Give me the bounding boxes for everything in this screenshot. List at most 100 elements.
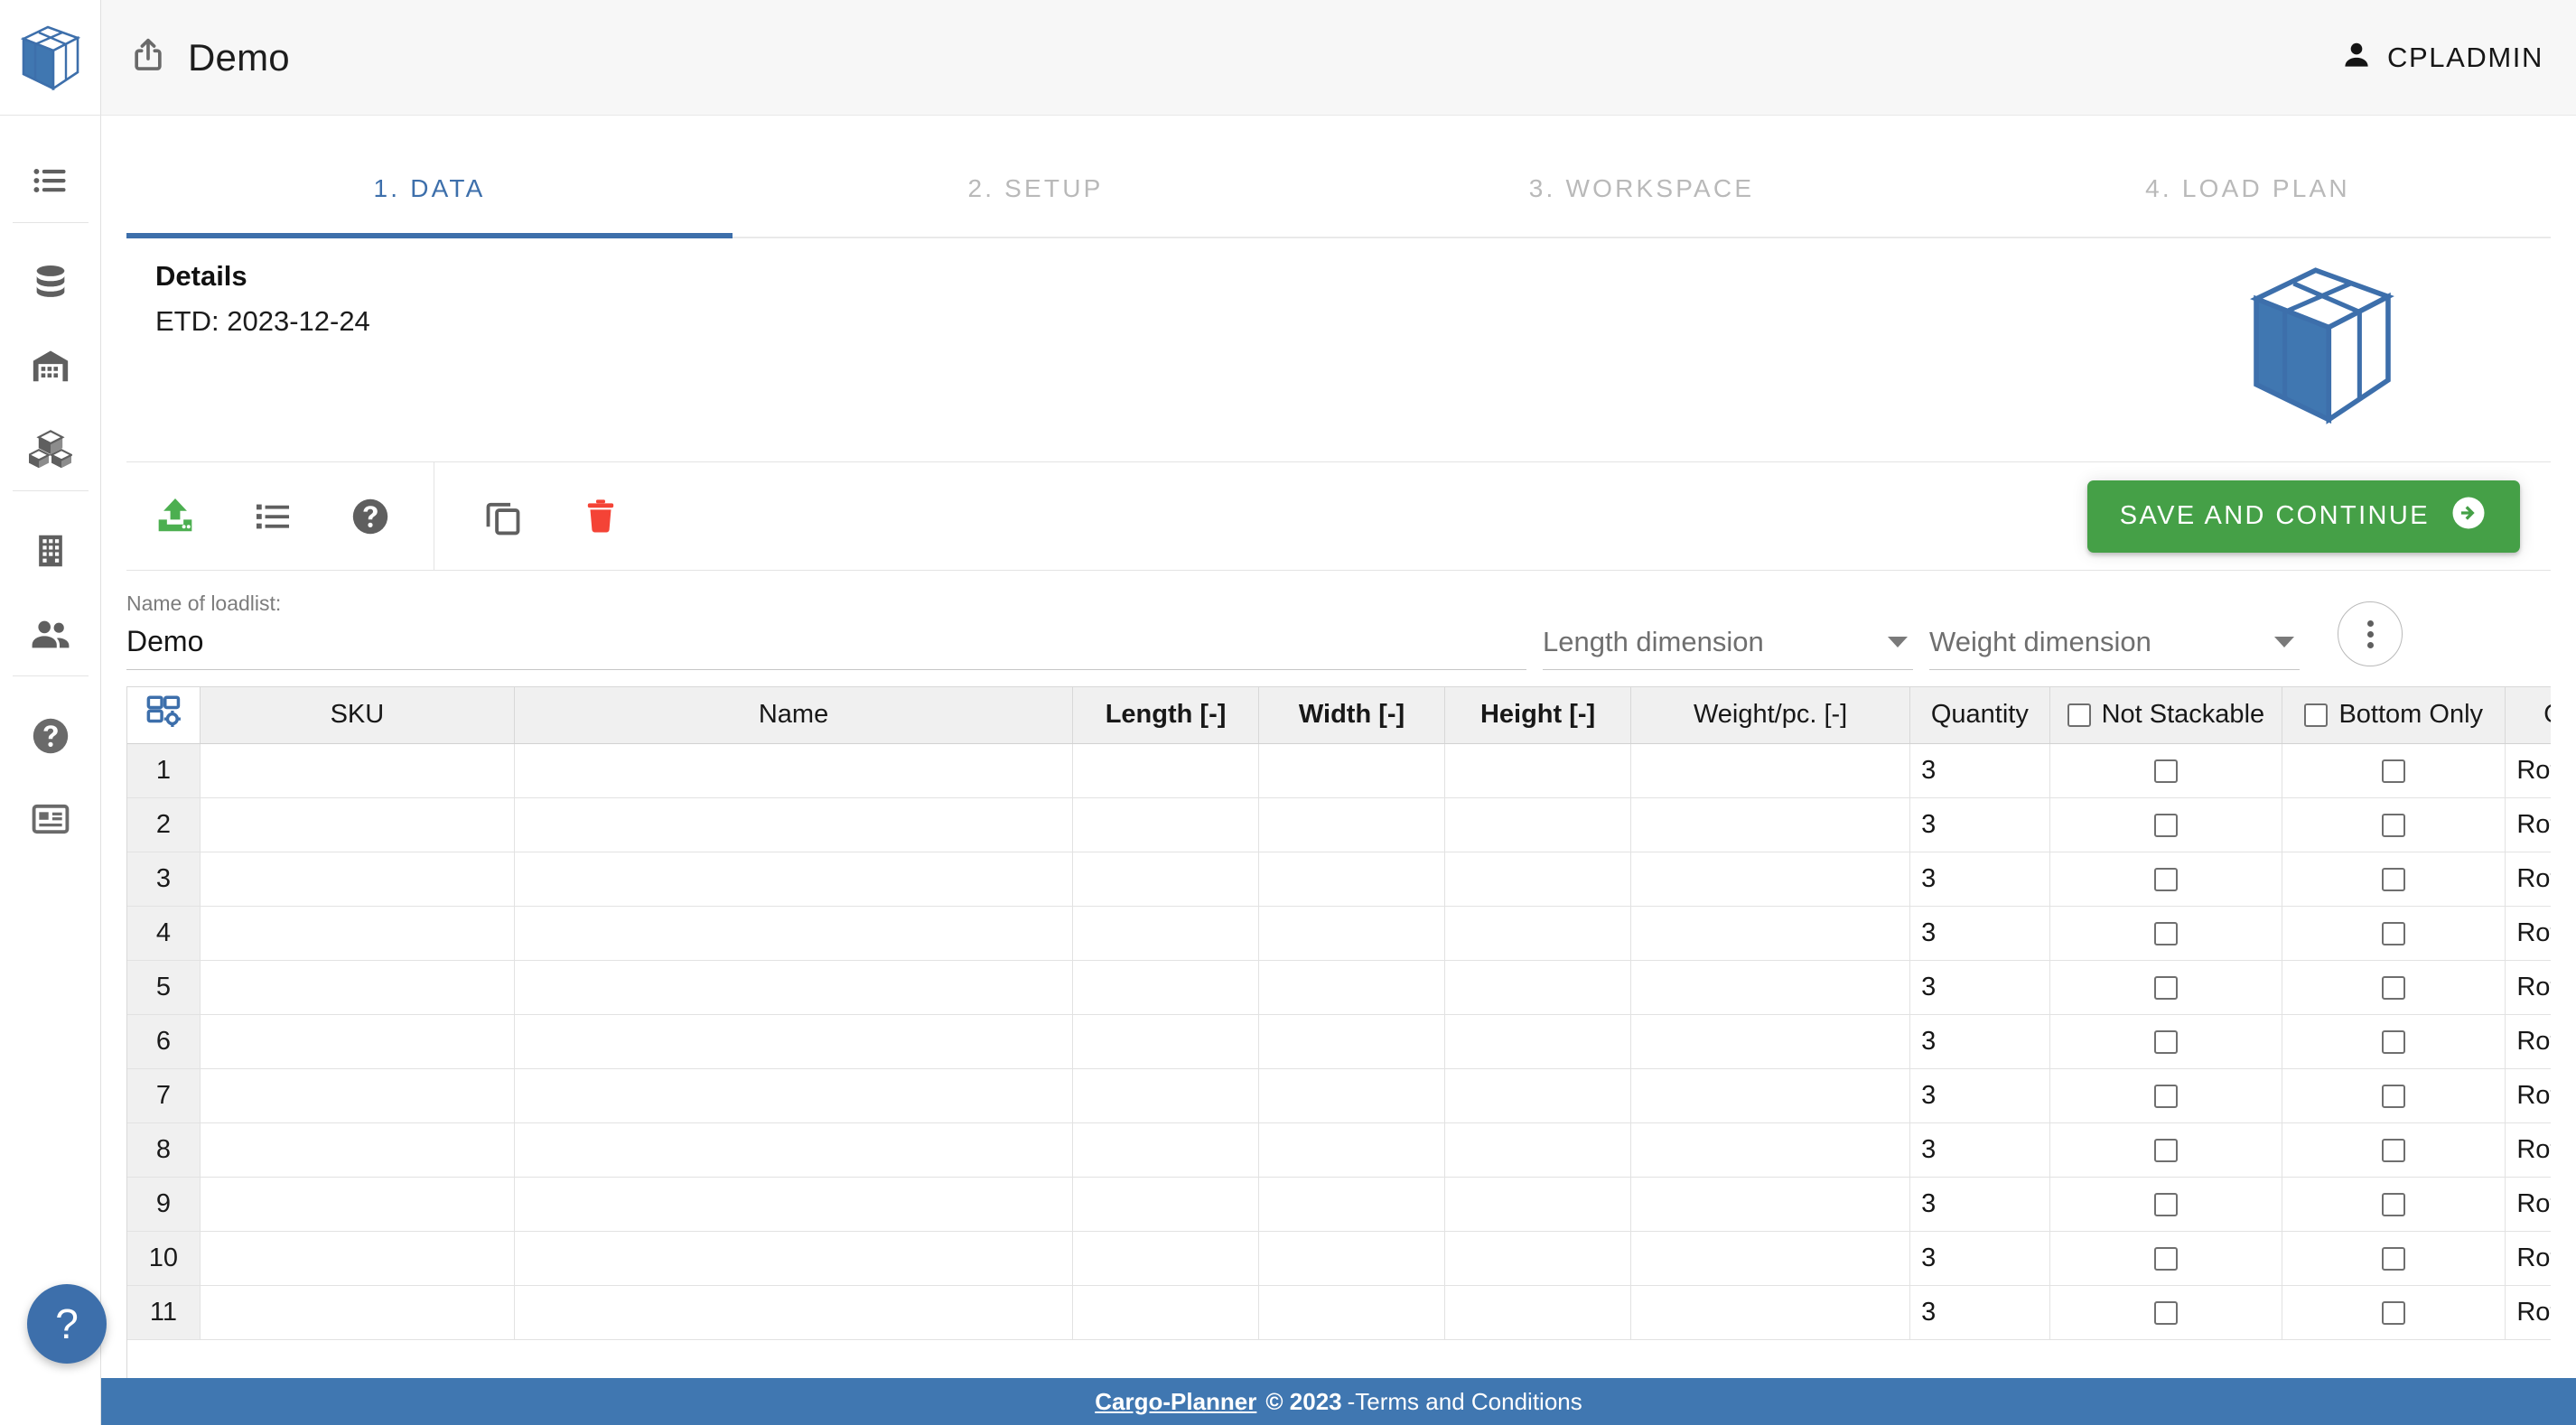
cell-length[interactable]: [1072, 852, 1260, 907]
cell-not-stackable[interactable]: [2049, 1068, 2283, 1123]
cell-height[interactable]: [1444, 906, 1632, 961]
cell-orientation[interactable]: Rotatable: [2505, 1231, 2551, 1286]
col-bottom-only[interactable]: Bottom Only: [2282, 687, 2506, 744]
cell-weight[interactable]: [1630, 906, 1911, 961]
cell-name[interactable]: [514, 1177, 1074, 1232]
sidebar-item-warehouse[interactable]: [0, 324, 101, 407]
cell-weight[interactable]: [1630, 1285, 1911, 1340]
table-row[interactable]: 3 3 Rotatable: [127, 852, 2551, 907]
cell-width[interactable]: [1258, 797, 1446, 852]
cell-length[interactable]: [1072, 1231, 1260, 1286]
sidebar-item-company[interactable]: [0, 509, 101, 592]
duplicate-button[interactable]: [462, 475, 545, 558]
table-row[interactable]: 7 3 Rotatable: [127, 1068, 2551, 1123]
not-stackable-checkbox[interactable]: [2153, 1084, 2178, 1108]
cell-width[interactable]: [1258, 960, 1446, 1015]
table-row[interactable]: 4 3 Rotatable: [127, 906, 2551, 961]
cell-bottom-only[interactable]: [2282, 1068, 2506, 1123]
bottom-only-checkbox[interactable]: [2382, 975, 2406, 1000]
cell-weight[interactable]: [1630, 1068, 1911, 1123]
cell-bottom-only[interactable]: [2282, 906, 2506, 961]
footer-terms[interactable]: -Terms and Conditions: [1348, 1388, 1582, 1416]
cell-quantity[interactable]: 3: [1909, 1285, 2050, 1340]
not-stackable-checkbox[interactable]: [2153, 813, 2178, 837]
more-options-button[interactable]: [2338, 601, 2403, 666]
cell-height[interactable]: [1444, 1068, 1632, 1123]
not-stackable-checkbox[interactable]: [2153, 1029, 2178, 1054]
cell-name[interactable]: [514, 906, 1074, 961]
cell-sku[interactable]: [200, 797, 516, 852]
cell-width[interactable]: [1258, 1231, 1446, 1286]
cell-not-stackable[interactable]: [2049, 960, 2283, 1015]
bottom-only-checkbox[interactable]: [2382, 813, 2406, 837]
cell-orientation[interactable]: Rotatable: [2505, 797, 2551, 852]
cell-weight[interactable]: [1630, 797, 1911, 852]
col-orientation[interactable]: Orientation: [2505, 687, 2551, 744]
tab-setup[interactable]: 2. SETUP: [733, 141, 1339, 237]
cell-quantity[interactable]: 3: [1909, 743, 2050, 798]
sidebar-item-loadlists[interactable]: [0, 139, 101, 222]
cell-length[interactable]: [1072, 1014, 1260, 1069]
cell-sku[interactable]: [200, 743, 516, 798]
save-and-continue-button[interactable]: SAVE AND CONTINUE: [2086, 480, 2520, 553]
cell-weight[interactable]: [1630, 743, 1911, 798]
cell-width[interactable]: [1258, 743, 1446, 798]
help-button[interactable]: [329, 475, 412, 558]
cell-bottom-only[interactable]: [2282, 1177, 2506, 1232]
cell-quantity[interactable]: 3: [1909, 1231, 2050, 1286]
cell-sku[interactable]: [200, 1231, 516, 1286]
bottom-only-checkbox[interactable]: [2382, 1192, 2406, 1216]
cell-weight[interactable]: [1630, 1231, 1911, 1286]
cell-name[interactable]: [514, 852, 1074, 907]
cell-weight[interactable]: [1630, 1014, 1911, 1069]
cell-orientation[interactable]: Rotatable: [2505, 906, 2551, 961]
col-height[interactable]: Height [-]: [1444, 687, 1632, 744]
cell-name[interactable]: [514, 1285, 1074, 1340]
cell-orientation[interactable]: Rotatable: [2505, 1068, 2551, 1123]
sidebar-item-help[interactable]: [0, 694, 101, 778]
cell-width[interactable]: [1258, 906, 1446, 961]
cell-width[interactable]: [1258, 1285, 1446, 1340]
cell-sku[interactable]: [200, 906, 516, 961]
not-stackable-checkbox[interactable]: [2153, 759, 2178, 783]
cell-weight[interactable]: [1630, 852, 1911, 907]
cell-bottom-only[interactable]: [2282, 743, 2506, 798]
cell-length[interactable]: [1072, 1068, 1260, 1123]
cell-not-stackable[interactable]: [2049, 1122, 2283, 1178]
bottom-only-checkbox[interactable]: [2382, 1300, 2406, 1325]
bottom-only-checkbox[interactable]: [2382, 1246, 2406, 1271]
col-name[interactable]: Name: [514, 687, 1074, 744]
table-row[interactable]: 5 3 Rotatable: [127, 960, 2551, 1015]
cell-height[interactable]: [1444, 960, 1632, 1015]
not-stackable-checkbox[interactable]: [2153, 921, 2178, 945]
cell-length[interactable]: [1072, 1122, 1260, 1178]
col-sku[interactable]: SKU: [200, 687, 516, 744]
cell-bottom-only[interactable]: [2282, 1285, 2506, 1340]
cell-height[interactable]: [1444, 1014, 1632, 1069]
not-stackable-checkbox[interactable]: [2153, 975, 2178, 1000]
cell-name[interactable]: [514, 1122, 1074, 1178]
cell-not-stackable[interactable]: [2049, 1177, 2283, 1232]
cell-orientation[interactable]: Rotatable: [2505, 1122, 2551, 1178]
table-row[interactable]: 1 3 Rotatable: [127, 743, 2551, 798]
cell-length[interactable]: [1072, 906, 1260, 961]
cell-quantity[interactable]: 3: [1909, 797, 2050, 852]
cell-sku[interactable]: [200, 1285, 516, 1340]
cell-weight[interactable]: [1630, 1122, 1911, 1178]
delete-button[interactable]: [559, 475, 642, 558]
cell-quantity[interactable]: 3: [1909, 1068, 2050, 1123]
cell-length[interactable]: [1072, 1285, 1260, 1340]
cell-sku[interactable]: [200, 1177, 516, 1232]
cell-sku[interactable]: [200, 1122, 516, 1178]
not-stackable-checkbox[interactable]: [2153, 1246, 2178, 1271]
table-row[interactable]: 2 3 Rotatable: [127, 797, 2551, 852]
cell-orientation[interactable]: Rotatable: [2505, 1014, 2551, 1069]
bottom-only-checkbox[interactable]: [2382, 1084, 2406, 1108]
bottom-only-checkbox[interactable]: [2382, 1029, 2406, 1054]
bottom-only-checkbox[interactable]: [2382, 921, 2406, 945]
cell-bottom-only[interactable]: [2282, 1231, 2506, 1286]
cell-length[interactable]: [1072, 743, 1260, 798]
cell-orientation[interactable]: Rotatable: [2505, 1285, 2551, 1340]
templates-button[interactable]: [231, 475, 314, 558]
cell-sku[interactable]: [200, 1014, 516, 1069]
